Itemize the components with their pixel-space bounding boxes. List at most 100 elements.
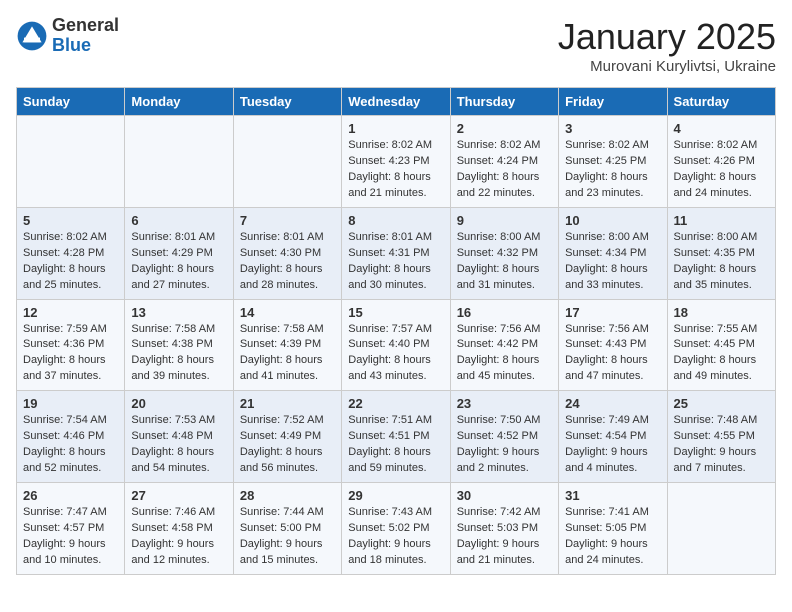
page-header: General Blue January 2025 Murovani Kuryl… bbox=[16, 16, 776, 75]
calendar-cell: 13 Sunrise: 7:58 AM Sunset: 4:38 PM Dayli… bbox=[125, 299, 233, 391]
day-number: 31 bbox=[565, 488, 660, 503]
day-number: 9 bbox=[457, 213, 552, 228]
weekday-header-tuesday: Tuesday bbox=[233, 88, 341, 116]
day-number: 12 bbox=[23, 305, 118, 320]
day-info: Sunrise: 7:53 AM Sunset: 4:48 PM Dayligh… bbox=[131, 413, 226, 477]
day-number: 25 bbox=[674, 396, 769, 411]
weekday-header-row: SundayMondayTuesdayWednesdayThursdayFrid… bbox=[17, 88, 776, 116]
day-number: 19 bbox=[23, 396, 118, 411]
calendar-week-row: 19 Sunrise: 7:54 AM Sunset: 4:46 PM Dayli… bbox=[17, 391, 776, 483]
day-number: 11 bbox=[674, 213, 769, 228]
calendar-cell bbox=[667, 483, 775, 575]
calendar-cell: 4 Sunrise: 8:02 AM Sunset: 4:26 PM Daylig… bbox=[667, 116, 775, 208]
calendar-cell bbox=[17, 116, 125, 208]
day-info: Sunrise: 7:58 AM Sunset: 4:39 PM Dayligh… bbox=[240, 322, 335, 386]
calendar-cell: 5 Sunrise: 8:02 AM Sunset: 4:28 PM Daylig… bbox=[17, 207, 125, 299]
day-info: Sunrise: 7:56 AM Sunset: 4:42 PM Dayligh… bbox=[457, 322, 552, 386]
day-info: Sunrise: 8:01 AM Sunset: 4:30 PM Dayligh… bbox=[240, 230, 335, 294]
day-number: 5 bbox=[23, 213, 118, 228]
calendar-cell: 9 Sunrise: 8:00 AM Sunset: 4:32 PM Daylig… bbox=[450, 207, 558, 299]
day-number: 18 bbox=[674, 305, 769, 320]
calendar-cell bbox=[233, 116, 341, 208]
day-info: Sunrise: 8:02 AM Sunset: 4:28 PM Dayligh… bbox=[23, 230, 118, 294]
day-info: Sunrise: 8:02 AM Sunset: 4:24 PM Dayligh… bbox=[457, 138, 552, 202]
weekday-header-monday: Monday bbox=[125, 88, 233, 116]
calendar-cell: 2 Sunrise: 8:02 AM Sunset: 4:24 PM Daylig… bbox=[450, 116, 558, 208]
day-info: Sunrise: 8:00 AM Sunset: 4:35 PM Dayligh… bbox=[674, 230, 769, 294]
day-info: Sunrise: 8:01 AM Sunset: 4:31 PM Dayligh… bbox=[348, 230, 443, 294]
calendar-cell bbox=[125, 116, 233, 208]
day-info: Sunrise: 7:47 AM Sunset: 4:57 PM Dayligh… bbox=[23, 505, 118, 569]
calendar-cell: 22Sunrise: 7:51 AM Sunset: 4:51 PM Dayli… bbox=[342, 391, 450, 483]
day-number: 13 bbox=[131, 305, 226, 320]
day-number: 1 bbox=[348, 121, 443, 136]
day-info: Sunrise: 7:57 AM Sunset: 4:40 PM Dayligh… bbox=[348, 322, 443, 386]
location-subtitle: Murovani Kurylivtsi, Ukraine bbox=[558, 58, 776, 75]
calendar-cell: 3Sunrise: 8:02 AM Sunset: 4:25 PM Daylig… bbox=[559, 116, 667, 208]
day-number: 21 bbox=[240, 396, 335, 411]
calendar-cell: 17 Sunrise: 7:56 AM Sunset: 4:43 PM Dayli… bbox=[559, 299, 667, 391]
calendar-cell: 30 Sunrise: 7:42 AM Sunset: 5:03 PM Dayli… bbox=[450, 483, 558, 575]
day-number: 24 bbox=[565, 396, 660, 411]
calendar-cell: 23Sunrise: 7:50 AM Sunset: 4:52 PM Dayli… bbox=[450, 391, 558, 483]
calendar-table: SundayMondayTuesdayWednesdayThursdayFrid… bbox=[16, 87, 776, 575]
day-number: 30 bbox=[457, 488, 552, 503]
month-title: January 2025 bbox=[558, 16, 776, 58]
calendar-cell: 18Sunrise: 7:55 AM Sunset: 4:45 PM Dayli… bbox=[667, 299, 775, 391]
calendar-cell: 14Sunrise: 7:58 AM Sunset: 4:39 PM Dayli… bbox=[233, 299, 341, 391]
day-info: Sunrise: 7:42 AM Sunset: 5:03 PM Dayligh… bbox=[457, 505, 552, 569]
day-info: Sunrise: 7:58 AM Sunset: 4:38 PM Dayligh… bbox=[131, 322, 226, 386]
title-block: January 2025 Murovani Kurylivtsi, Ukrain… bbox=[558, 16, 776, 75]
calendar-cell: 21 Sunrise: 7:52 AM Sunset: 4:49 PM Dayli… bbox=[233, 391, 341, 483]
calendar-cell: 19 Sunrise: 7:54 AM Sunset: 4:46 PM Dayli… bbox=[17, 391, 125, 483]
day-info: Sunrise: 7:49 AM Sunset: 4:54 PM Dayligh… bbox=[565, 413, 660, 477]
calendar-cell: 6Sunrise: 8:01 AM Sunset: 4:29 PM Daylig… bbox=[125, 207, 233, 299]
day-info: Sunrise: 7:44 AM Sunset: 5:00 PM Dayligh… bbox=[240, 505, 335, 569]
day-number: 27 bbox=[131, 488, 226, 503]
calendar-cell: 16 Sunrise: 7:56 AM Sunset: 4:42 PM Dayli… bbox=[450, 299, 558, 391]
logo-icon bbox=[16, 20, 48, 52]
calendar-cell: 10 Sunrise: 8:00 AM Sunset: 4:34 PM Dayli… bbox=[559, 207, 667, 299]
calendar-week-row: 1 Sunrise: 8:02 AM Sunset: 4:23 PM Daylig… bbox=[17, 116, 776, 208]
day-number: 7 bbox=[240, 213, 335, 228]
logo: General Blue bbox=[16, 16, 119, 56]
day-number: 2 bbox=[457, 121, 552, 136]
calendar-week-row: 26 Sunrise: 7:47 AM Sunset: 4:57 PM Dayli… bbox=[17, 483, 776, 575]
day-info: Sunrise: 8:00 AM Sunset: 4:32 PM Dayligh… bbox=[457, 230, 552, 294]
calendar-week-row: 12 Sunrise: 7:59 AM Sunset: 4:36 PM Dayli… bbox=[17, 299, 776, 391]
calendar-cell: 27 Sunrise: 7:46 AM Sunset: 4:58 PM Dayli… bbox=[125, 483, 233, 575]
calendar-cell: 7 Sunrise: 8:01 AM Sunset: 4:30 PM Daylig… bbox=[233, 207, 341, 299]
calendar-cell: 1 Sunrise: 8:02 AM Sunset: 4:23 PM Daylig… bbox=[342, 116, 450, 208]
weekday-header-friday: Friday bbox=[559, 88, 667, 116]
day-number: 4 bbox=[674, 121, 769, 136]
day-info: Sunrise: 8:00 AM Sunset: 4:34 PM Dayligh… bbox=[565, 230, 660, 294]
day-number: 15 bbox=[348, 305, 443, 320]
logo-general: General bbox=[52, 15, 119, 35]
day-info: Sunrise: 8:02 AM Sunset: 4:26 PM Dayligh… bbox=[674, 138, 769, 202]
day-number: 10 bbox=[565, 213, 660, 228]
day-number: 26 bbox=[23, 488, 118, 503]
day-info: Sunrise: 7:51 AM Sunset: 4:51 PM Dayligh… bbox=[348, 413, 443, 477]
calendar-cell: 31 Sunrise: 7:41 AM Sunset: 5:05 PM Dayli… bbox=[559, 483, 667, 575]
day-info: Sunrise: 7:43 AM Sunset: 5:02 PM Dayligh… bbox=[348, 505, 443, 569]
calendar-cell: 8Sunrise: 8:01 AM Sunset: 4:31 PM Daylig… bbox=[342, 207, 450, 299]
calendar-week-row: 5 Sunrise: 8:02 AM Sunset: 4:28 PM Daylig… bbox=[17, 207, 776, 299]
calendar-cell: 12 Sunrise: 7:59 AM Sunset: 4:36 PM Dayli… bbox=[17, 299, 125, 391]
day-info: Sunrise: 7:46 AM Sunset: 4:58 PM Dayligh… bbox=[131, 505, 226, 569]
weekday-header-saturday: Saturday bbox=[667, 88, 775, 116]
day-number: 17 bbox=[565, 305, 660, 320]
calendar-cell: 29Sunrise: 7:43 AM Sunset: 5:02 PM Dayli… bbox=[342, 483, 450, 575]
calendar-cell: 25Sunrise: 7:48 AM Sunset: 4:55 PM Dayli… bbox=[667, 391, 775, 483]
day-info: Sunrise: 7:56 AM Sunset: 4:43 PM Dayligh… bbox=[565, 322, 660, 386]
day-number: 16 bbox=[457, 305, 552, 320]
day-number: 3 bbox=[565, 121, 660, 136]
weekday-header-wednesday: Wednesday bbox=[342, 88, 450, 116]
logo-blue: Blue bbox=[52, 35, 91, 55]
day-info: Sunrise: 7:41 AM Sunset: 5:05 PM Dayligh… bbox=[565, 505, 660, 569]
calendar-cell: 20Sunrise: 7:53 AM Sunset: 4:48 PM Dayli… bbox=[125, 391, 233, 483]
day-info: Sunrise: 7:54 AM Sunset: 4:46 PM Dayligh… bbox=[23, 413, 118, 477]
logo-text: General Blue bbox=[52, 16, 119, 56]
day-info: Sunrise: 7:59 AM Sunset: 4:36 PM Dayligh… bbox=[23, 322, 118, 386]
day-info: Sunrise: 8:02 AM Sunset: 4:23 PM Dayligh… bbox=[348, 138, 443, 202]
day-info: Sunrise: 7:52 AM Sunset: 4:49 PM Dayligh… bbox=[240, 413, 335, 477]
